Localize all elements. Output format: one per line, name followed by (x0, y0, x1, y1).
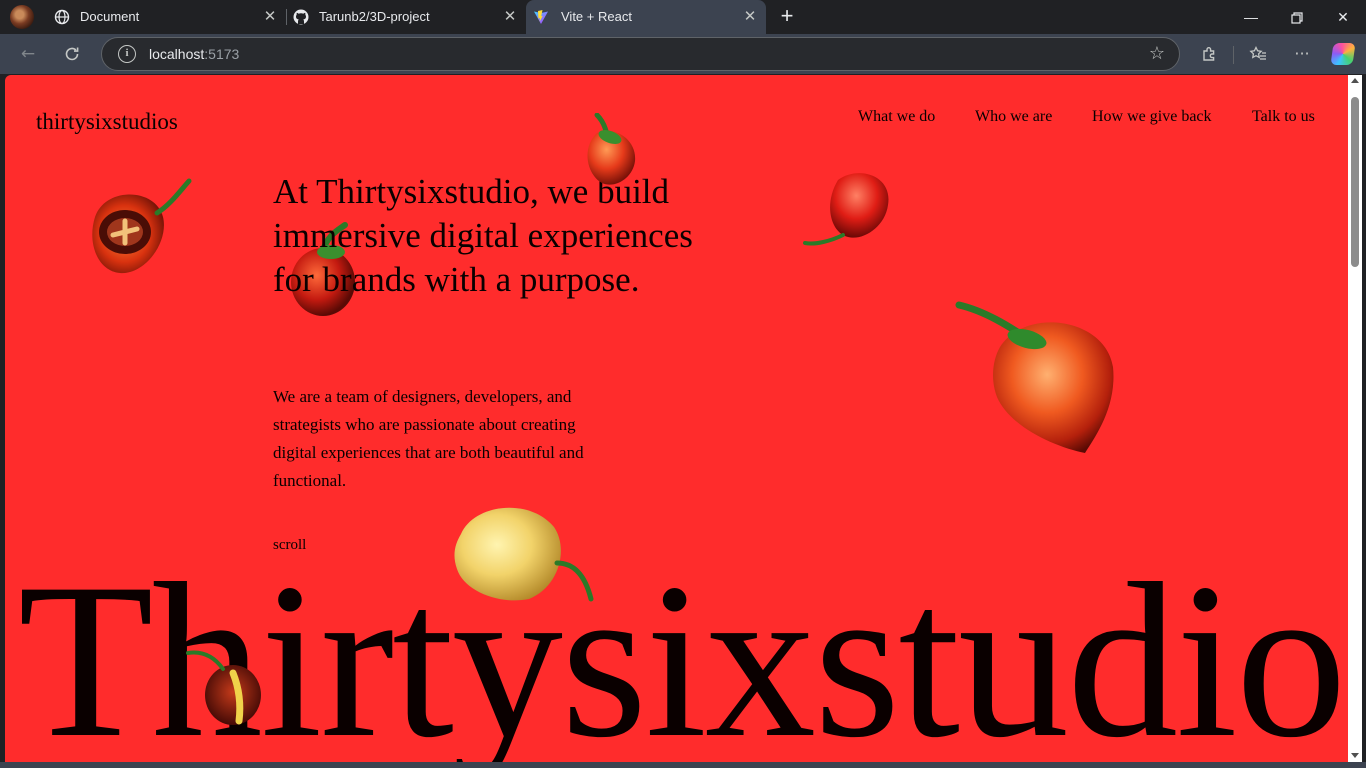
close-tab-icon[interactable]: ✕ (500, 7, 520, 27)
pepper-image (803, 173, 889, 246)
tab-title: Document (80, 9, 140, 24)
url-text: localhost:5173 (149, 46, 240, 62)
globe-icon (54, 9, 70, 25)
pepper-image (955, 301, 1114, 453)
browser-toolbar: ← i localhost:5173 ☆ ··· (0, 34, 1366, 74)
scroll-down-arrow-icon[interactable] (1351, 753, 1359, 758)
nav-what-we-do[interactable]: What we do (858, 108, 935, 126)
nav-who-we-are[interactable]: Who we are (975, 108, 1052, 126)
tab-strip: Document ✕ Tarunb2/3D-project ✕ Vite + R… (0, 0, 1366, 34)
scroll-up-arrow-icon[interactable] (1351, 78, 1359, 83)
page-viewport: thirtysixstudios What we do Who we are H… (5, 75, 1348, 762)
pepper-image (92, 178, 192, 274)
star-icon[interactable]: ☆ (1149, 43, 1165, 64)
tab-document[interactable]: Document ✕ (44, 0, 284, 34)
back-arrow-icon[interactable]: ← (14, 41, 42, 67)
restore-icon[interactable] (1274, 0, 1320, 34)
github-icon (293, 9, 309, 25)
extensions-icon[interactable] (1196, 41, 1224, 67)
profile-avatar[interactable] (10, 5, 34, 29)
page-scrollbar[interactable] (1348, 75, 1362, 762)
close-tab-icon[interactable]: ✕ (260, 7, 280, 27)
tab-github[interactable]: Tarunb2/3D-project ✕ (288, 0, 524, 34)
new-tab-button[interactable]: + (776, 5, 798, 27)
tab-separator (286, 9, 287, 25)
nav-talk-to-us[interactable]: Talk to us (1252, 108, 1315, 126)
address-bar[interactable]: i localhost:5173 ☆ (101, 37, 1180, 71)
toolbar-divider (1233, 46, 1234, 64)
site-logo[interactable]: thirtysixstudios (36, 109, 178, 135)
tab-title: Vite + React (561, 9, 632, 24)
more-menu-icon[interactable]: ··· (1288, 41, 1316, 67)
pepper-image (587, 113, 636, 185)
window-bottom-frame (0, 762, 1366, 768)
pepper-image (186, 650, 261, 725)
intro-paragraph: We are a team of designers, developers, … (273, 387, 584, 490)
close-tab-icon[interactable]: ✕ (740, 7, 760, 27)
copilot-icon[interactable] (1330, 43, 1356, 65)
close-window-icon[interactable]: ✕ (1320, 0, 1366, 34)
nav-how-we-give-back[interactable]: How we give back (1092, 108, 1212, 126)
minimize-icon[interactable]: — (1228, 0, 1274, 34)
vite-icon (533, 9, 549, 25)
site-info-icon[interactable]: i (118, 45, 136, 63)
reload-icon[interactable] (58, 41, 86, 67)
favorites-icon[interactable] (1244, 41, 1272, 67)
tab-vite-react[interactable]: Vite + React ✕ (526, 0, 766, 34)
scrollbar-thumb[interactable] (1351, 97, 1359, 267)
tab-title: Tarunb2/3D-project (319, 9, 430, 24)
